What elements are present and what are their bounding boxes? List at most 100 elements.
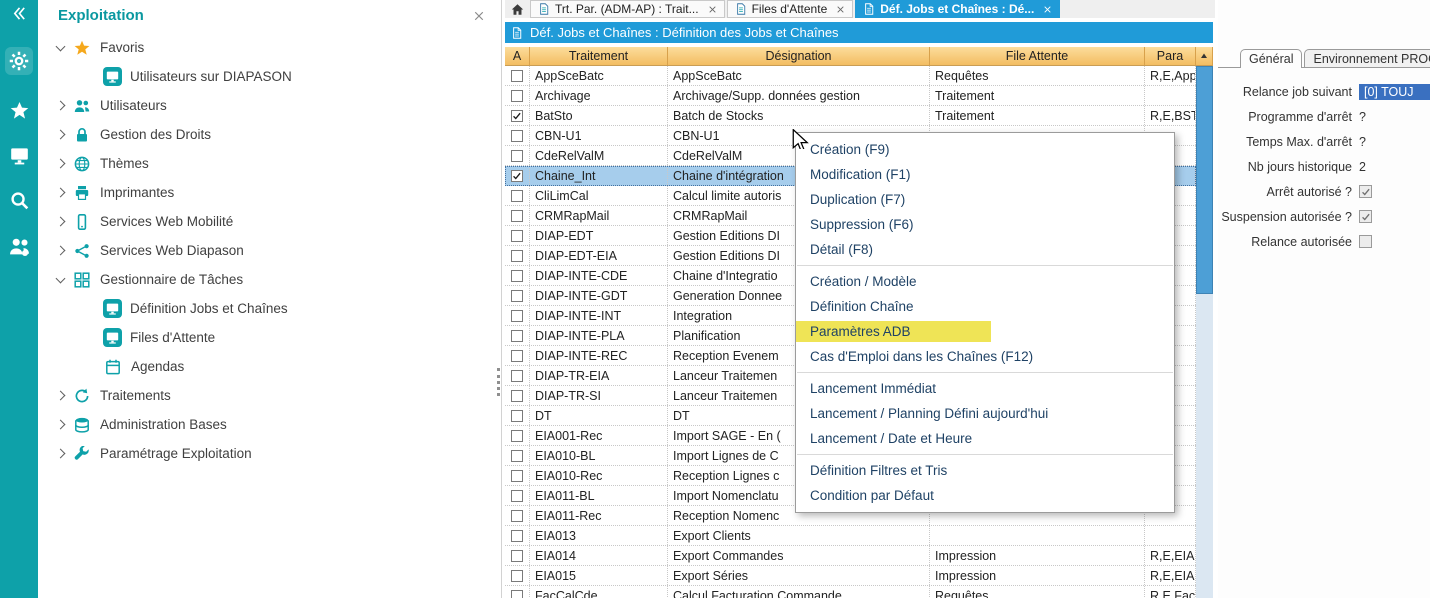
close-icon[interactable] <box>708 5 717 14</box>
field-value-select[interactable]: [0] TOUJ <box>1359 84 1430 100</box>
sidebar-item[interactable]: Agendas <box>38 352 501 381</box>
close-icon[interactable] <box>1043 5 1052 14</box>
row-checkbox[interactable] <box>511 570 523 582</box>
expander-right-icon[interactable] <box>52 126 72 144</box>
menu-item[interactable]: Définition Filtres et Tris <box>796 458 1174 483</box>
row-checkbox[interactable] <box>511 370 523 382</box>
column-header[interactable]: Traitement <box>530 47 668 66</box>
panel-resize-handle[interactable] <box>497 368 501 396</box>
menu-item[interactable]: Création (F9) <box>796 137 1174 162</box>
sidebar-item[interactable]: Définition Jobs et Chaînes <box>38 294 501 323</box>
menu-item[interactable]: Suppression (F6) <box>796 212 1174 237</box>
menu-item[interactable]: Définition Chaîne <box>796 294 1174 319</box>
screens-button[interactable] <box>10 146 29 165</box>
row-checkbox[interactable] <box>511 250 523 262</box>
row-checkbox[interactable] <box>511 470 523 482</box>
table-row[interactable]: EIA014Export CommandesImpressionR,E,EIA0… <box>505 546 1196 566</box>
row-checkbox[interactable] <box>511 390 523 402</box>
detail-tab[interactable]: Général <box>1240 49 1302 68</box>
row-checkbox[interactable] <box>511 530 523 542</box>
sidebar-item[interactable]: Files d'Attente <box>38 323 501 352</box>
close-icon[interactable] <box>473 8 485 23</box>
table-row[interactable]: FacCalCdeCalcul Facturation CommandeRequ… <box>505 586 1196 598</box>
collapse-button[interactable] <box>12 6 27 21</box>
sidebar-item[interactable]: Utilisateurs sur DIAPASON <box>38 62 501 91</box>
expander-right-icon[interactable] <box>52 155 72 173</box>
expander-down-icon[interactable] <box>52 271 72 289</box>
column-header[interactable]: Désignation <box>668 47 930 66</box>
expander-right-icon[interactable] <box>52 445 72 463</box>
menu-item[interactable]: Cas d'Emploi dans les Chaînes (F12) <box>796 344 1174 369</box>
menu-item[interactable]: Création / Modèle <box>796 269 1174 294</box>
row-checkbox[interactable] <box>511 130 523 142</box>
document-tab[interactable]: Déf. Jobs et Chaînes : Dé... <box>855 0 1060 18</box>
expander-right-icon[interactable] <box>52 213 72 231</box>
row-checkbox[interactable] <box>511 450 523 462</box>
menu-item[interactable]: Détail (F8) <box>796 237 1174 262</box>
sidebar-item[interactable]: Imprimantes <box>38 178 501 207</box>
user-button[interactable] <box>9 236 30 257</box>
table-row[interactable]: AppSceBatcAppSceBatcRequêtesR,E,AppSc <box>505 66 1196 86</box>
row-checkbox[interactable] <box>511 310 523 322</box>
row-checkbox[interactable] <box>511 490 523 502</box>
row-checkbox[interactable] <box>511 430 523 442</box>
sidebar-item[interactable]: Administration Bases <box>38 410 501 439</box>
column-header[interactable]: File Attente <box>930 47 1145 66</box>
sidebar-item[interactable]: Gestion des Droits <box>38 120 501 149</box>
scrollbar-thumb[interactable] <box>1196 66 1213 294</box>
sidebar-item[interactable]: Traitements <box>38 381 501 410</box>
menu-item[interactable]: Condition par Défaut <box>796 483 1174 508</box>
scroll-up-icon[interactable] <box>1196 47 1213 66</box>
highlighted-menu-item[interactable]: Paramètres ADB <box>796 321 991 342</box>
row-checkbox[interactable] <box>511 410 523 422</box>
detail-tab[interactable]: Environnement PROG <box>1304 49 1430 68</box>
row-checkbox[interactable] <box>511 170 523 182</box>
sidebar-item[interactable]: Paramétrage Exploitation <box>38 439 501 468</box>
expander-right-icon[interactable] <box>52 416 72 434</box>
row-checkbox[interactable] <box>511 70 523 82</box>
row-checkbox[interactable] <box>511 510 523 522</box>
row-checkbox[interactable] <box>511 290 523 302</box>
sidebar-item[interactable]: Services Web Mobilité <box>38 207 501 236</box>
table-row[interactable]: ArchivageArchivage/Supp. données gestion… <box>505 86 1196 106</box>
row-checkbox[interactable] <box>511 150 523 162</box>
menu-item[interactable]: Duplication (F7) <box>796 187 1174 212</box>
row-checkbox[interactable] <box>511 110 523 122</box>
search-button[interactable] <box>10 191 29 210</box>
sidebar-item[interactable]: Services Web Diapason <box>38 236 501 265</box>
column-header[interactable]: A <box>505 47 530 66</box>
row-checkbox[interactable] <box>511 230 523 242</box>
sidebar-item[interactable]: Utilisateurs <box>38 91 501 120</box>
row-checkbox[interactable] <box>511 190 523 202</box>
field-checkbox[interactable] <box>1359 210 1372 223</box>
expander-down-icon[interactable] <box>52 39 72 57</box>
grid-scrollbar[interactable] <box>1196 66 1213 598</box>
expander-right-icon[interactable] <box>52 97 72 115</box>
expander-right-icon[interactable] <box>52 184 72 202</box>
table-row[interactable]: EIA013Export Clients <box>505 526 1196 546</box>
expander-right-icon[interactable] <box>52 387 72 405</box>
column-header[interactable]: Para <box>1145 47 1196 66</box>
row-checkbox[interactable] <box>511 590 523 598</box>
menu-item[interactable]: Lancement / Planning Défini aujourd'hui <box>796 401 1174 426</box>
menu-item[interactable]: Modification (F1) <box>796 162 1174 187</box>
row-checkbox[interactable] <box>511 330 523 342</box>
modules-button[interactable] <box>5 47 33 75</box>
menu-item[interactable]: Lancement / Date et Heure <box>796 426 1174 451</box>
table-row[interactable]: EIA015Export SériesImpressionR,E,EIA01 <box>505 566 1196 586</box>
sidebar-item[interactable]: Favoris <box>38 33 501 62</box>
row-checkbox[interactable] <box>511 270 523 282</box>
favorites-button[interactable] <box>10 101 29 120</box>
document-tab[interactable]: Files d'Attente <box>727 0 854 18</box>
document-tab[interactable]: Trt. Par. (ADM-AP) : Trait... <box>530 0 725 18</box>
expander-right-icon[interactable] <box>52 242 72 260</box>
field-checkbox[interactable] <box>1359 185 1372 198</box>
close-icon[interactable] <box>836 5 845 14</box>
field-checkbox[interactable] <box>1359 235 1372 248</box>
menu-item[interactable]: Lancement Immédiat <box>796 376 1174 401</box>
row-checkbox[interactable] <box>511 90 523 102</box>
row-checkbox[interactable] <box>511 350 523 362</box>
row-checkbox[interactable] <box>511 210 523 222</box>
home-button[interactable] <box>505 0 530 18</box>
table-row[interactable]: BatStoBatch de StocksTraitementR,E,BSTO <box>505 106 1196 126</box>
